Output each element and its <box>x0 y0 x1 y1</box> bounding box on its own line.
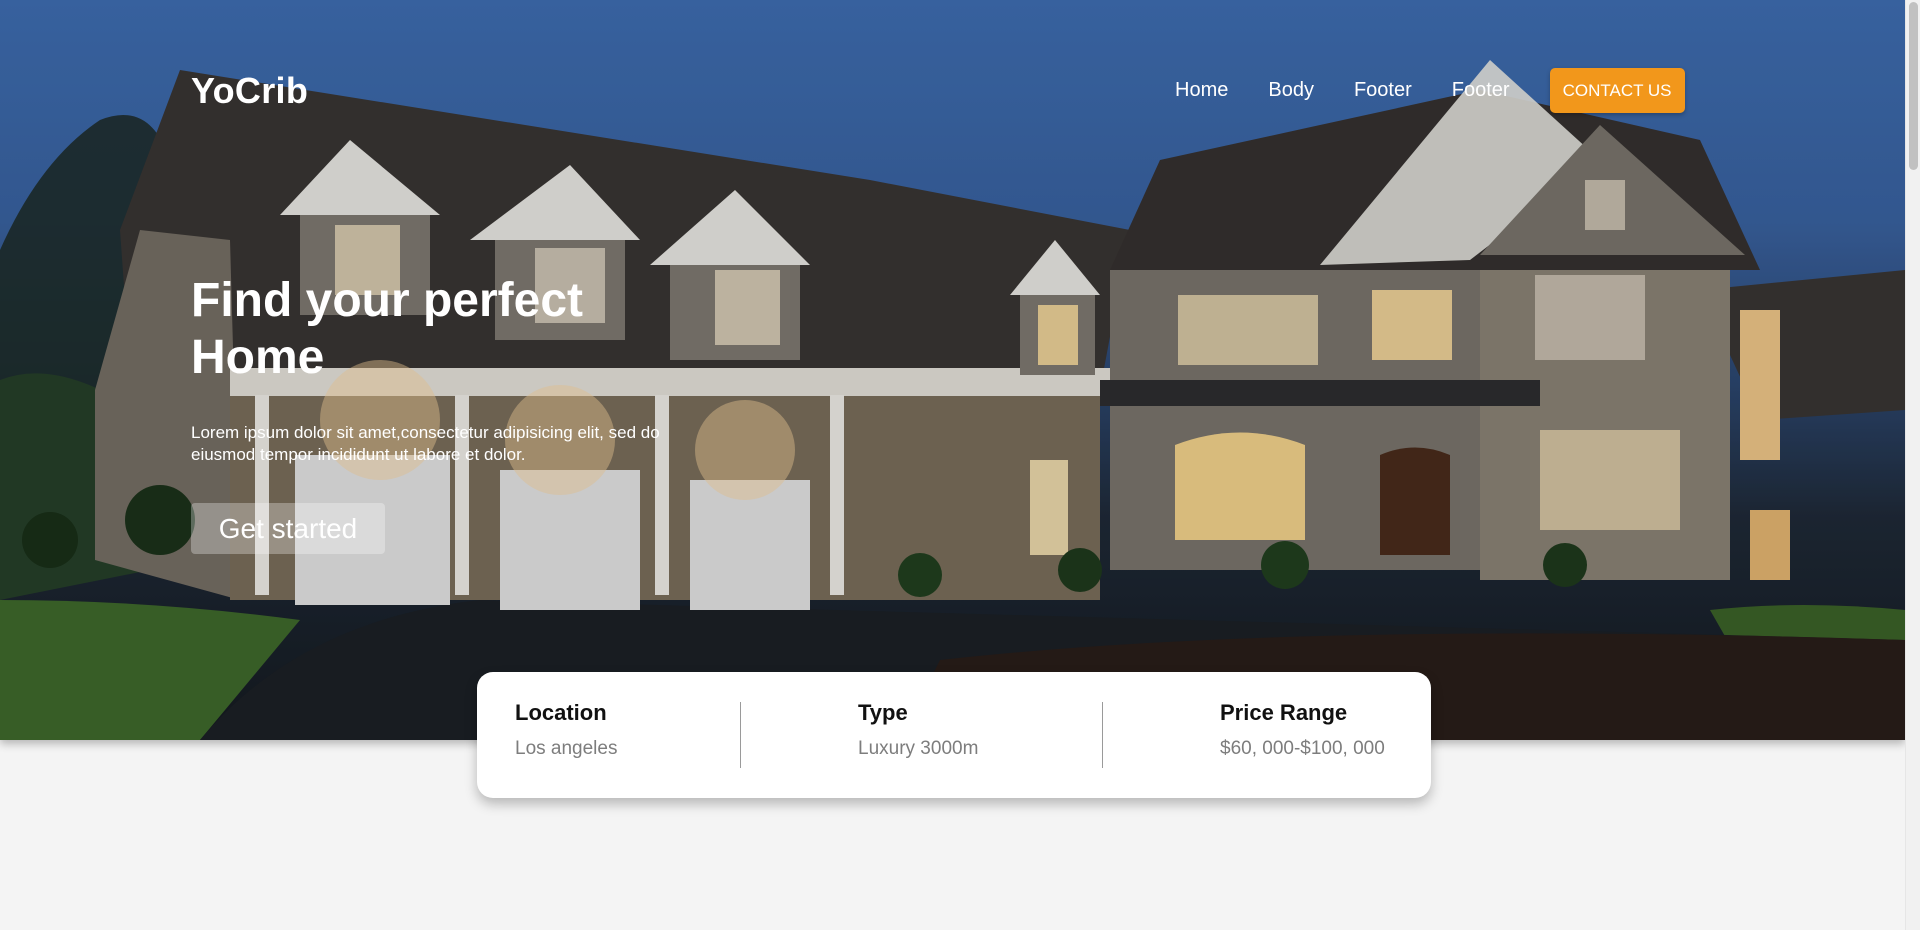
type-label: Type <box>858 700 908 725</box>
divider <box>740 702 741 768</box>
hero-title: Find your perfect Home <box>191 274 584 384</box>
location-field[interactable]: Location Los angeles <box>515 700 617 760</box>
location-label: Location <box>515 700 607 725</box>
nav-home[interactable]: Home <box>1175 79 1228 102</box>
divider <box>1102 702 1103 768</box>
location-value[interactable]: Los angeles <box>515 738 617 760</box>
nav-body[interactable]: Body <box>1268 79 1314 102</box>
price-range-field[interactable]: Price Range $60, 000-$100, 000 <box>1220 700 1385 760</box>
nav-footer[interactable]: Footer <box>1354 79 1412 102</box>
hero-description: Lorem ipsum dolor sit amet,consectetur a… <box>191 423 660 464</box>
type-field[interactable]: Type Luxury 3000m <box>858 700 978 760</box>
hero-section: YoCrib Home Body Footer Footer CONTACT U… <box>0 0 1905 740</box>
contact-us-button[interactable]: CONTACT US <box>1549 68 1685 113</box>
price-range-label: Price Range <box>1220 700 1348 725</box>
search-card: Location Los angeles Type Luxury 3000m P… <box>477 672 1431 798</box>
vertical-scrollbar[interactable] <box>1905 0 1920 930</box>
type-value[interactable]: Luxury 3000m <box>858 738 978 760</box>
price-range-value[interactable]: $60, 000-$100, 000 <box>1220 738 1385 760</box>
logo[interactable]: YoCrib <box>191 70 308 112</box>
main-nav: Home Body Footer Footer CONTACT US <box>1155 68 1685 113</box>
scrollbar-thumb[interactable] <box>1909 2 1918 170</box>
get-started-button[interactable]: Get started <box>191 503 385 554</box>
nav-footer-2[interactable]: Footer <box>1452 79 1510 102</box>
